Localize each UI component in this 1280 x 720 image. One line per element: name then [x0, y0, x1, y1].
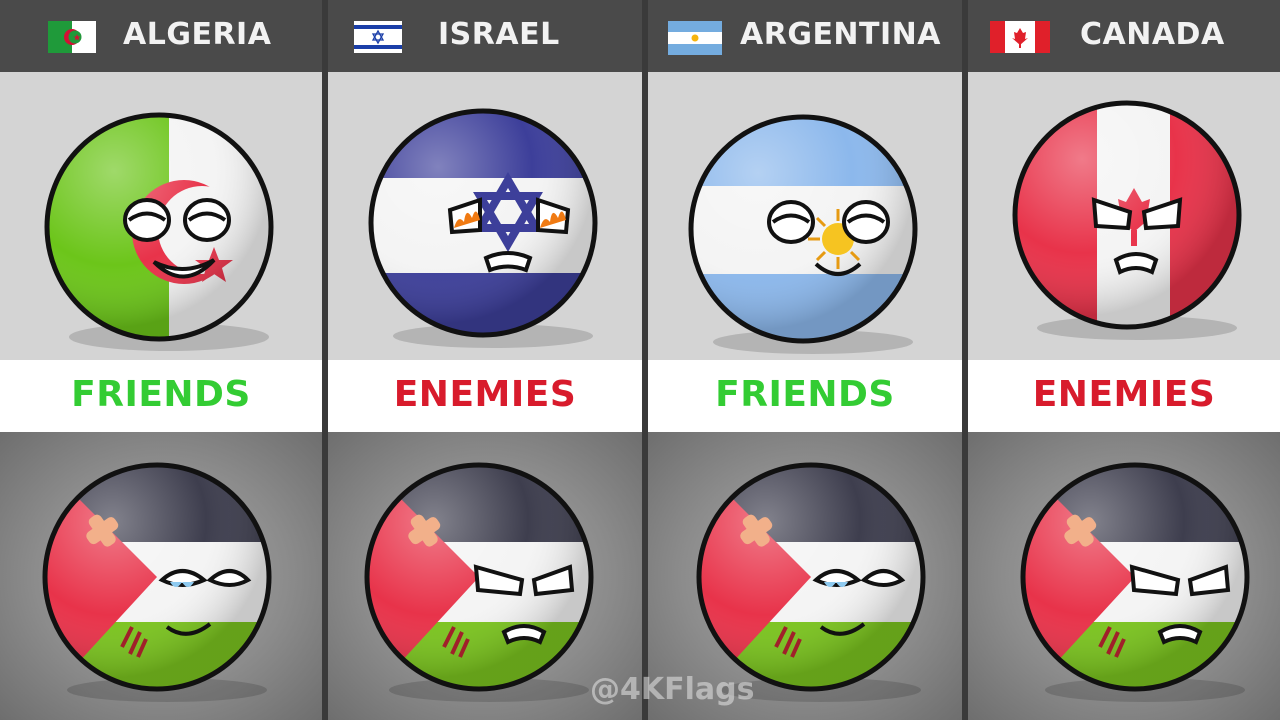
canada-flag-icon — [990, 21, 1050, 53]
column-argentina: ARGENTINA FRIENDS — [648, 0, 962, 720]
palestine-ball-angry-icon — [364, 462, 594, 702]
column-israel: ISRAEL ENEMIES — [328, 0, 642, 720]
country-panel — [328, 72, 642, 360]
column-algeria: ALGERIA FRIENDS — [0, 0, 322, 720]
watermark: @4KFlags — [590, 672, 755, 707]
country-name: CANADA — [1080, 17, 1225, 52]
palestine-ball-angry-icon — [1020, 462, 1250, 702]
algeria-ball-icon — [44, 112, 274, 351]
algeria-flag-icon — [48, 21, 96, 53]
country-panel — [968, 72, 1280, 360]
palestine-ball-happy-icon — [696, 462, 926, 702]
column-header: CANADA — [968, 0, 1280, 72]
canada-ball-icon — [1012, 100, 1242, 340]
relation-band: FRIENDS — [0, 360, 322, 432]
relation-label: ENEMIES — [393, 374, 577, 415]
relation-band: ENEMIES — [968, 360, 1280, 432]
israel-flag-icon — [354, 21, 402, 53]
relation-band: FRIENDS — [648, 360, 962, 432]
argentina-flag-icon — [668, 21, 722, 55]
country-name: ARGENTINA — [740, 17, 941, 52]
relation-label: ENEMIES — [1032, 374, 1216, 415]
israel-ball-icon — [368, 108, 598, 348]
column-canada: CANADA ENEMIES — [968, 0, 1280, 720]
column-header: ISRAEL — [328, 0, 642, 72]
country-panel — [648, 72, 962, 360]
palestine-panel — [968, 432, 1280, 720]
country-panel — [0, 72, 322, 360]
country-name: ALGERIA — [123, 17, 272, 52]
column-header: ALGERIA — [0, 0, 322, 72]
palestine-ball-happy-icon — [42, 462, 272, 702]
relation-band: ENEMIES — [328, 360, 642, 432]
column-header: ARGENTINA — [648, 0, 962, 72]
palestine-panel — [0, 432, 322, 720]
relation-label: FRIENDS — [71, 374, 251, 415]
country-name: ISRAEL — [438, 17, 560, 52]
argentina-ball-icon — [688, 114, 918, 354]
relation-label: FRIENDS — [715, 374, 895, 415]
